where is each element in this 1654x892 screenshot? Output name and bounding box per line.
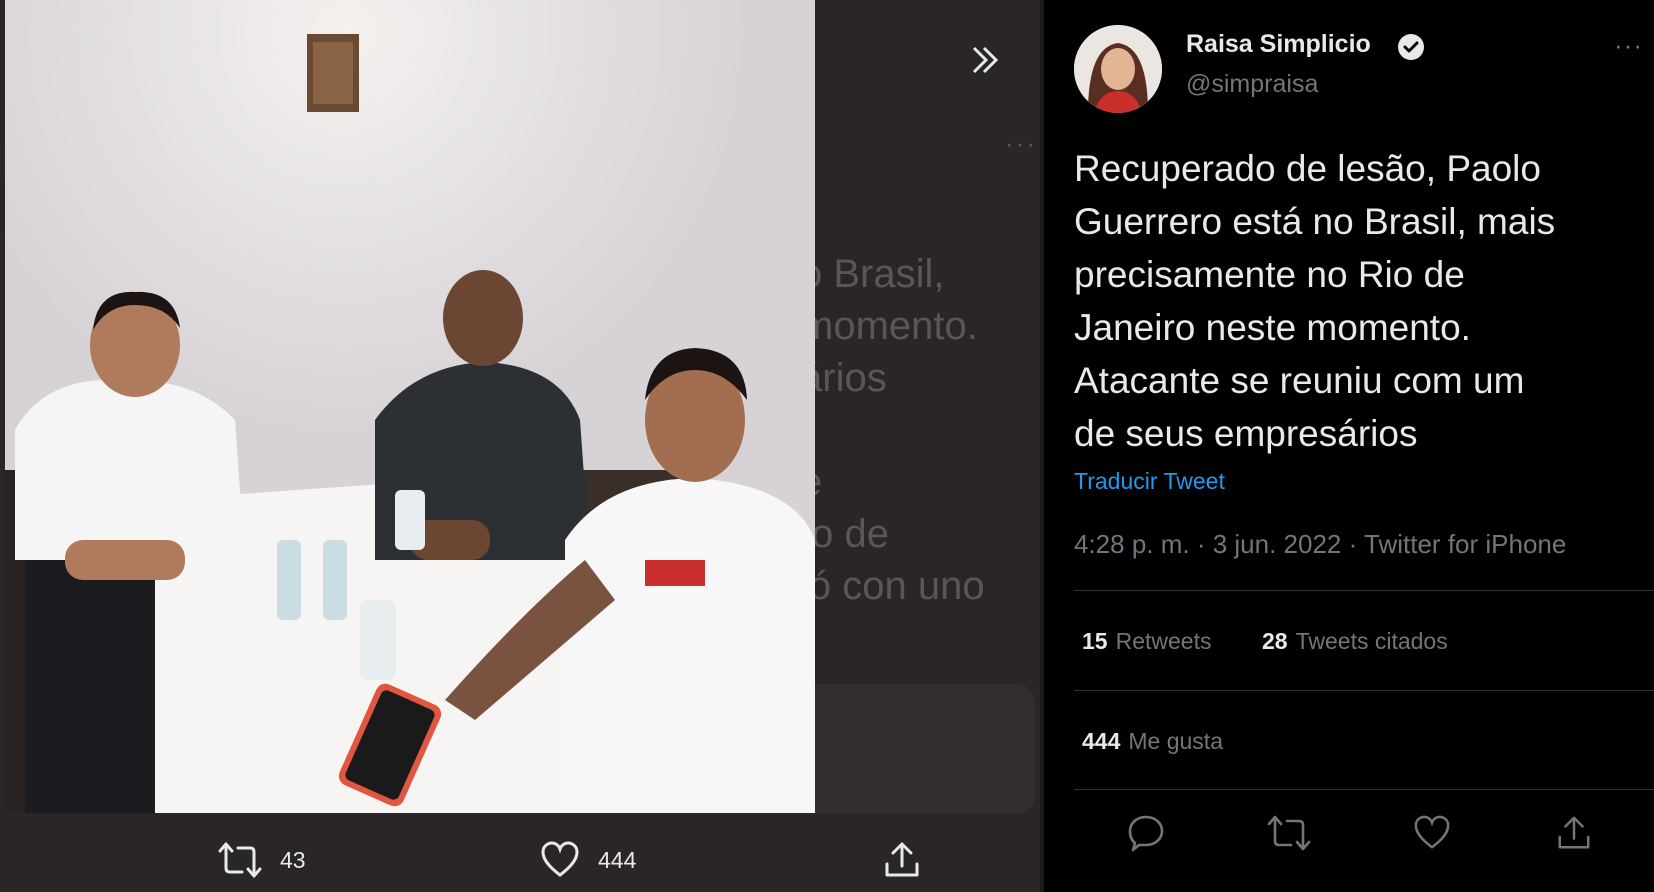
tweet-text-line: Recuperado de lesão, Paolo [1074,148,1541,189]
background-tweet-text: o Brasil, momento. ários e ío de ió con … [800,248,1040,612]
next-button[interactable] [960,34,1012,86]
likes-label: Me gusta [1128,728,1223,754]
media-like-count: 444 [598,846,637,873]
author-handle[interactable]: @simpraisa [1186,70,1318,99]
heart-icon [1414,815,1450,849]
likes-stat[interactable]: 444 Me gusta [1082,728,1223,755]
media-retweet-count: 43 [280,846,306,873]
tweet-text-line: Guerrero está no Brasil, mais [1074,201,1556,242]
avatar-image [1074,25,1162,113]
tweet-photo[interactable] [5,0,815,813]
media-share-button[interactable] [882,838,922,882]
verified-icon [1398,34,1424,60]
translate-tweet-link[interactable]: Traducir Tweet [1074,468,1225,495]
retweet-button[interactable] [1264,808,1314,858]
retweets-count: 15 [1082,628,1108,654]
share-button[interactable] [1549,808,1599,858]
background-text-line: momento. [800,304,978,348]
divider [1074,590,1654,591]
tweet-text-line: de seus empresários [1074,413,1418,454]
like-button[interactable] [1407,808,1457,858]
background-more-icon: ··· [1005,128,1037,158]
background-text-line: ários [800,356,887,400]
media-retweet-button[interactable]: 43 [218,838,306,882]
retweet-icon [1267,815,1311,851]
heart-icon [541,841,579,877]
background-card [790,684,1035,814]
share-icon [885,842,919,877]
media-viewer: ··· o Brasil, momento. ários e ío de ió … [0,0,1040,892]
retweets-label: Retweets [1115,628,1212,654]
reply-icon [1128,815,1164,852]
tweet-text-line: Janeiro neste momento. [1074,307,1471,348]
share-icon [1558,816,1590,849]
background-text-line: ío de [800,512,889,556]
next-icon [972,46,999,74]
tweet-text-line: Atacante se reuniu com um [1074,360,1525,401]
media-like-button[interactable]: 444 [540,838,636,882]
background-text-line: o Brasil, [800,252,945,296]
divider [1074,690,1654,691]
retweets-stat[interactable]: 15 Retweets [1082,628,1211,655]
background-text-line: ió con uno [800,564,985,608]
tweet-text: Recuperado de lesão, Paolo Guerrero está… [1074,142,1644,460]
tweet-text-line: precisamente no Rio de [1074,254,1465,295]
reply-button[interactable] [1121,808,1171,858]
quotes-count: 28 [1262,628,1288,654]
background-text-line: e [800,456,1040,508]
quotes-stat[interactable]: 28 Tweets citados [1262,628,1448,655]
quotes-label: Tweets citados [1295,628,1448,654]
photo-illustration [5,0,815,813]
tweet-detail-pane: Raisa Simplicio @simpraisa ··· Recuperad… [1044,0,1654,892]
divider [1074,789,1654,790]
author-name[interactable]: Raisa Simplicio [1186,30,1371,59]
retweet-icon [218,842,262,878]
media-action-bar: 43 444 [0,838,1040,882]
avatar[interactable] [1074,25,1162,113]
tweet-timestamp[interactable]: 4:28 p. m. · 3 jun. 2022 · Twitter for i… [1074,529,1566,560]
likes-count: 444 [1082,728,1121,754]
background-text-line [800,404,1040,456]
more-icon[interactable]: ··· [1614,30,1643,61]
